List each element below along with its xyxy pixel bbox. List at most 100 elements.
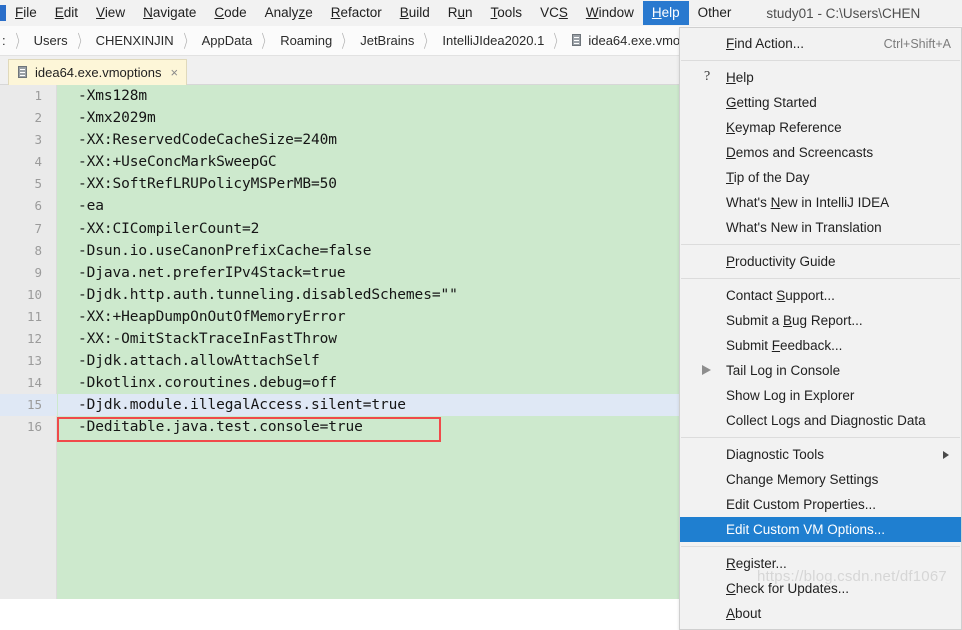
menu-bar-items: FileEditViewNavigateCodeAnalyzeRefactorB… [6,1,740,25]
menu-item-check-for-updates[interactable]: Check for Updates... [680,576,961,601]
menu-separator [681,278,960,279]
menu-item-about[interactable]: About [680,601,961,626]
breadcrumb-separator-icon: 〉 [74,28,89,53]
window-title: study01 - C:\Users\CHEN [766,6,920,21]
breadcrumb-item-appdata[interactable]: AppData [200,33,255,48]
menu-item-contact-support[interactable]: Contact Support... [680,283,961,308]
menu-bar-item-window[interactable]: Window [577,1,643,25]
play-triangle-icon [702,365,711,375]
menu-bar-item-code[interactable]: Code [205,1,255,25]
menu-bar-item-analyze[interactable]: Analyze [256,1,322,25]
menu-item-label: What's New in Translation [726,220,882,235]
menu-item-label: Check for Updates... [726,581,849,596]
breadcrumb-label: : [2,33,6,48]
menu-item-diagnostic-tools[interactable]: Diagnostic Tools [680,442,961,467]
breadcrumb-item--[interactable]: : [0,33,8,48]
menu-bar-item-build[interactable]: Build [391,1,439,25]
menu-bar-item-refactor[interactable]: Refactor [322,1,391,25]
menu-bar-item-file[interactable]: File [6,1,46,25]
breadcrumb-separator-icon: 〉 [339,28,354,53]
menu-separator [681,546,960,547]
breadcrumb-separator-icon: 〉 [12,28,27,53]
menu-item-change-memory-settings[interactable]: Change Memory Settings [680,467,961,492]
code-line-text: -Djdk.http.auth.tunneling.disabledScheme… [78,284,458,306]
breadcrumb-item-chenxinjin[interactable]: CHENXINJIN [94,33,176,48]
editor-tab-idea64-vmoptions[interactable]: idea64.exe.vmoptions × [8,59,187,85]
menu-item-keymap-reference[interactable]: Keymap Reference [680,115,961,140]
code-line-text: -XX:CICompilerCount=2 [78,218,259,240]
menu-item-edit-custom-properties[interactable]: Edit Custom Properties... [680,492,961,517]
menu-item-demos-and-screencasts[interactable]: Demos and Screencasts [680,140,961,165]
menu-item-label: Diagnostic Tools [726,447,824,462]
menu-item-what-s-new-in-translation[interactable]: What's New in Translation [680,215,961,240]
menu-item-getting-started[interactable]: Getting Started [680,90,961,115]
line-number: 2 [0,107,42,129]
menu-item-tip-of-the-day[interactable]: Tip of the Day [680,165,961,190]
line-number: 11 [0,306,42,328]
breadcrumb-separator-icon: 〉 [421,28,436,53]
menu-item-tail-log-in-console[interactable]: Tail Log in Console [680,358,961,383]
menu-bar-item-help[interactable]: Help [643,1,689,25]
menu-item-label: Productivity Guide [726,254,836,269]
breadcrumb-label: idea64.exe.vmopt [588,33,691,48]
line-number: 15 [0,394,42,416]
breadcrumb-item-users[interactable]: Users [32,33,70,48]
line-number: 6 [0,195,42,217]
menu-item-label: Contact Support... [726,288,835,303]
menu-item-help[interactable]: ? Help [680,65,961,90]
menu-item-label: Register... [726,556,787,571]
question-mark-icon: ? [704,69,710,85]
menu-item-label: Demos and Screencasts [726,145,873,160]
breadcrumb-label: Roaming [280,33,332,48]
menu-item-label: Change Memory Settings [726,472,878,487]
menu-item-label: Submit Feedback... [726,338,842,353]
code-line-text: -Xmx2029m [78,107,156,129]
code-line-text: -Djdk.module.illegalAccess.silent=true [78,394,406,416]
menu-item-submit-a-bug-report[interactable]: Submit a Bug Report... [680,308,961,333]
menu-bar-item-vcs[interactable]: VCS [531,1,577,25]
breadcrumb-separator-icon: 〉 [180,28,195,53]
menu-item-what-s-new-in-intellij-idea[interactable]: What's New in IntelliJ IDEA [680,190,961,215]
file-icon [18,66,29,79]
help-dropdown-menu[interactable]: Find Action...Ctrl+Shift+A? Help Getting S… [679,27,962,630]
close-icon[interactable]: × [170,67,178,79]
menu-item-productivity-guide[interactable]: Productivity Guide [680,249,961,274]
menu-bar-item-view[interactable]: View [87,1,134,25]
menu-item-label: Tip of the Day [726,170,810,185]
menu-bar-item-tools[interactable]: Tools [482,1,532,25]
line-number: 7 [0,218,42,240]
menu-item-collect-logs-and-diagnostic-data[interactable]: Collect Logs and Diagnostic Data [680,408,961,433]
menu-item-label: Tail Log in Console [726,363,840,378]
editor-tab-label: idea64.exe.vmoptions [35,65,161,80]
menu-bar-item-other[interactable]: Other [689,1,741,25]
menu-item-label: Help [726,70,754,85]
menu-item-label: Getting Started [726,95,817,110]
code-line-text: -XX:+HeapDumpOnOutOfMemoryError [78,306,346,328]
menu-item-label: Edit Custom Properties... [726,497,876,512]
code-line-text: -Dkotlinx.coroutines.debug=off [78,372,337,394]
breadcrumb-item-roaming[interactable]: Roaming [278,33,334,48]
file-icon [572,34,583,47]
breadcrumb-item-idea64-exe-vmopt[interactable]: idea64.exe.vmopt [570,33,693,48]
menu-item-label: Collect Logs and Diagnostic Data [726,413,926,428]
menu-item-find-action[interactable]: Find Action...Ctrl+Shift+A [680,31,961,56]
menu-bar-item-navigate[interactable]: Navigate [134,1,205,25]
menu-item-label: About [726,606,761,621]
menu-item-label: Keymap Reference [726,120,842,135]
breadcrumb-label: Users [34,33,68,48]
line-number: 8 [0,240,42,262]
menu-item-edit-custom-vm-options[interactable]: Edit Custom VM Options... [680,517,961,542]
breadcrumb-item-jetbrains[interactable]: JetBrains [358,33,416,48]
breadcrumb-item-intellijidea2020-1[interactable]: IntelliJIdea2020.1 [440,33,546,48]
line-number: 4 [0,151,42,173]
breadcrumb-label: CHENXINJIN [96,33,174,48]
breadcrumb-label: AppData [202,33,253,48]
menu-separator [681,244,960,245]
code-line-text: -Djava.net.preferIPv4Stack=true [78,262,346,284]
menu-item-show-log-in-explorer[interactable]: Show Log in Explorer [680,383,961,408]
menu-bar-item-run[interactable]: Run [439,1,482,25]
menu-item-register[interactable]: Register... [680,551,961,576]
code-line-text: -XX:ReservedCodeCacheSize=240m [78,129,337,151]
menu-bar-item-edit[interactable]: Edit [46,1,87,25]
menu-item-submit-feedback[interactable]: Submit Feedback... [680,333,961,358]
